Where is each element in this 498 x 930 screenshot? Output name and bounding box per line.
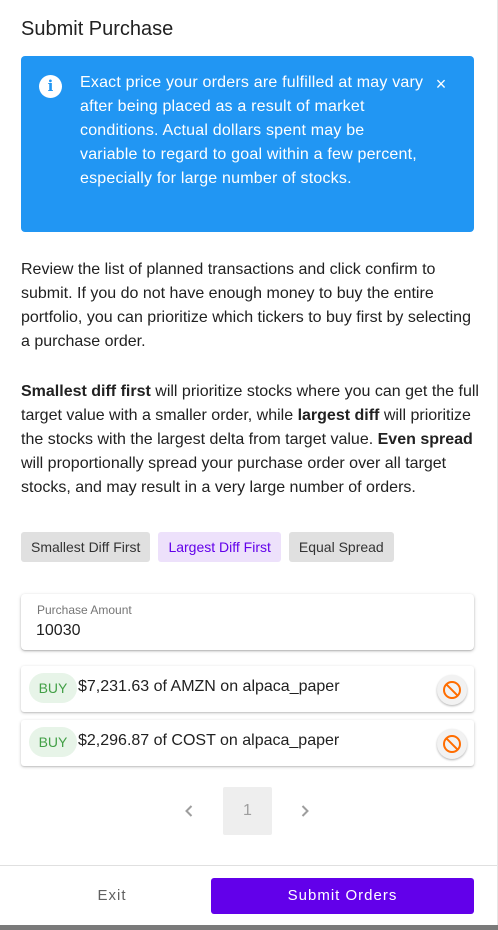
smallest-diff-bold: Smallest diff first <box>21 383 151 400</box>
explanation-part-3: will proportionally spread your purchase… <box>21 455 447 496</box>
order-description: $2,296.87 of COST on alpaca_paper <box>78 732 340 749</box>
info-icon: i <box>39 75 62 98</box>
purchase-order-explanation: Smallest diff first will prioritize stoc… <box>21 380 479 500</box>
order-description: $7,231.63 of AMZN on alpaca_paper <box>78 678 340 695</box>
info-alert: i Exact price your orders are fulfilled … <box>21 56 474 232</box>
close-icon[interactable]: × <box>433 75 449 93</box>
submit-orders-button[interactable]: Submit Orders <box>211 878 474 914</box>
dialog-title: Submit Purchase <box>21 18 174 40</box>
largest-diff-bold: largest diff <box>297 407 380 424</box>
footer-divider <box>0 865 497 866</box>
chevron-right-icon[interactable] <box>293 799 317 823</box>
chip-smallest-diff-first[interactable]: Smallest Diff First <box>21 532 151 562</box>
chip-equal-spread[interactable]: Equal Spread <box>288 532 394 562</box>
block-icon[interactable] <box>437 729 467 759</box>
buy-badge: BUY <box>29 673 77 703</box>
exit-button[interactable]: Exit <box>21 878 203 914</box>
purchase-amount-input[interactable] <box>36 622 456 640</box>
order-row: BUY $2,296.87 of COST on alpaca_paper <box>21 720 474 766</box>
chevron-left-icon[interactable] <box>177 799 201 823</box>
purchase-amount-label: Purchase Amount <box>37 603 132 617</box>
intro-text: Review the list of planned transactions … <box>21 261 471 350</box>
pagination: 1 <box>0 787 498 835</box>
submit-purchase-dialog: Submit Purchase i Exact price your order… <box>0 0 498 925</box>
alert-message: Exact price your orders are fulfilled at… <box>80 74 424 187</box>
even-spread-bold: Even spread <box>377 431 473 448</box>
buy-badge: BUY <box>29 727 77 757</box>
page-number[interactable]: 1 <box>223 787 272 835</box>
purchase-order-chips: Smallest Diff First Largest Diff First E… <box>21 532 394 562</box>
purchase-amount-field: Purchase Amount <box>21 594 474 650</box>
chip-largest-diff-first[interactable]: Largest Diff First <box>158 532 281 562</box>
order-row: BUY $7,231.63 of AMZN on alpaca_paper <box>21 666 474 712</box>
block-icon[interactable] <box>437 675 467 705</box>
